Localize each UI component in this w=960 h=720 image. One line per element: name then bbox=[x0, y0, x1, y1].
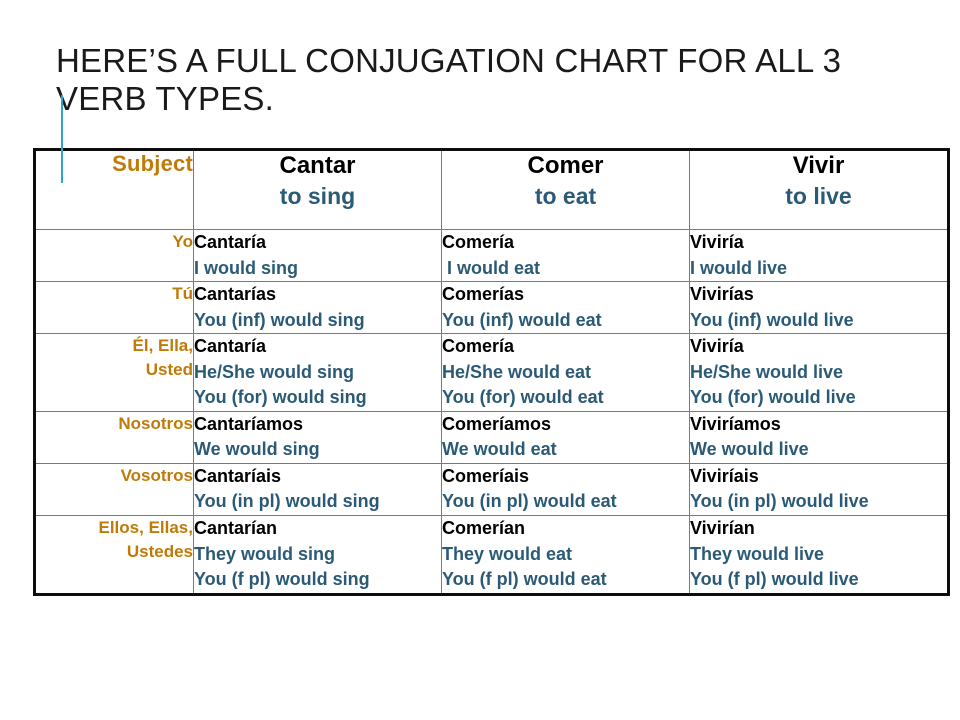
translation-line: They would sing bbox=[194, 543, 336, 564]
conjugation-cell: Comerían They would eat You (f pl) would e… bbox=[441, 515, 690, 595]
conjugated-form: Cantaría bbox=[194, 336, 267, 357]
translation-line: I would live bbox=[690, 257, 788, 278]
page-title: HERE’S A FULL CONJUGATION CHART FOR ALL … bbox=[56, 42, 851, 118]
conjugation-table-container: Subject Cantar to sing Comer to eat Vivi… bbox=[33, 148, 950, 596]
translation-line: You (in pl) would sing bbox=[194, 491, 380, 512]
conjugated-form: Viviría bbox=[690, 336, 744, 357]
table-row: Él, Ella, Usted Cantaría He/She would sing Y… bbox=[34, 333, 949, 412]
column-header-verb-1-infinitive: Cantar bbox=[279, 152, 356, 179]
translation-line: You (f pl) would live bbox=[690, 569, 859, 590]
conjugated-form: Comerían bbox=[442, 518, 526, 539]
conjugation-cell: Cantaríamos We would sing bbox=[193, 411, 442, 464]
table-row: Ellos, Ellas, Ustedes Cantarían They would … bbox=[34, 515, 949, 595]
conjugated-form: Comerías bbox=[442, 284, 525, 305]
column-header-verb-2-infinitive: Comer bbox=[527, 152, 604, 179]
conjugated-form: Cantarías bbox=[194, 284, 277, 305]
table-row: Yo Cantaría I would sing Comería I would ea… bbox=[34, 229, 949, 283]
conjugation-cell: Vivirían They would live You (f pl) would … bbox=[690, 516, 949, 595]
column-header-subject-label: Subject bbox=[112, 151, 193, 176]
conjugated-form: Vivirían bbox=[690, 518, 755, 539]
translation-line: You (for) would sing bbox=[194, 387, 367, 408]
conjugated-form: Vivirías bbox=[690, 284, 754, 305]
subject-cell: Él, Ella, Usted bbox=[34, 333, 194, 412]
accent-connector-line bbox=[61, 95, 63, 183]
translation-line: They would eat bbox=[442, 543, 573, 564]
column-header-verb-3: Vivir to live bbox=[689, 149, 949, 230]
conjugation-cell: Viviría I would live bbox=[689, 229, 949, 283]
translation-line: I would sing bbox=[194, 257, 298, 278]
conjugation-table: Subject Cantar to sing Comer to eat Vivi… bbox=[33, 148, 950, 596]
translation-line: They would live bbox=[690, 543, 825, 564]
translation-line: You (inf) would sing bbox=[194, 309, 365, 330]
conjugated-form: Comeríamos bbox=[442, 413, 552, 434]
conjugation-cell: Viviríais You (in pl) would live bbox=[689, 463, 949, 517]
table-row: Tú Cantarías You (inf) would sing Comerías Y… bbox=[34, 281, 949, 335]
subject-pronoun: Tú bbox=[172, 284, 193, 304]
subject-pronoun: Ustedes bbox=[126, 542, 193, 562]
conjugation-cell: Cantaría I would sing bbox=[193, 229, 442, 283]
conjugation-cell: Cantaríais You (in pl) would sing bbox=[193, 463, 442, 517]
conjugated-form: Cantaríamos bbox=[194, 413, 304, 434]
translation-line: He/She would live bbox=[690, 361, 844, 382]
translation-line: We would eat bbox=[442, 439, 557, 460]
column-header-subject: Subject bbox=[34, 149, 194, 230]
conjugated-form: Viviríais bbox=[690, 465, 759, 486]
table-header: Subject Cantar to sing Comer to eat Vivi… bbox=[34, 149, 949, 230]
conjugated-form: Cantaríais bbox=[194, 465, 282, 486]
conjugated-form: Comeríais bbox=[442, 465, 530, 486]
conjugation-cell: Comerías You (inf) would eat bbox=[441, 281, 690, 335]
translation-line: He/She would sing bbox=[194, 361, 355, 382]
conjugation-cell: Comería I would eat bbox=[441, 229, 690, 283]
column-header-verb-1: Cantar to sing bbox=[193, 149, 442, 230]
subject-pronoun: Él, Ella, bbox=[132, 336, 193, 356]
conjugation-cell: Vivirías You (inf) would live bbox=[689, 281, 949, 335]
subject-cell: Yo bbox=[34, 229, 194, 283]
table-row: Vosotros Cantaríais You (in pl) would sing… bbox=[34, 463, 949, 517]
subject-pronoun: Nosotros bbox=[118, 413, 193, 433]
conjugation-cell: Comeríamos We would eat bbox=[441, 411, 690, 464]
conjugation-cell: Comeríais You (in pl) would eat bbox=[441, 463, 690, 517]
conjugation-cell: Comería He/She would eat You (for) would e… bbox=[441, 333, 690, 412]
subject-pronoun: Vosotros bbox=[120, 465, 193, 485]
subject-cell: Tú bbox=[34, 281, 194, 335]
column-header-verb-3-infinitive: Vivir bbox=[792, 152, 845, 179]
translation-line: You (for) would live bbox=[690, 387, 856, 408]
translation-line: You (inf) would live bbox=[690, 309, 854, 330]
subject-cell: Vosotros bbox=[34, 463, 194, 517]
conjugated-form: Viviría bbox=[690, 232, 744, 252]
conjugation-cell: Viviríamos We would live bbox=[689, 411, 949, 464]
translation-line: You (for) would eat bbox=[442, 387, 604, 408]
translation-line: We would sing bbox=[194, 439, 320, 460]
conjugated-form: Cantarían bbox=[194, 518, 278, 539]
column-header-verb-3-gloss: to live bbox=[785, 182, 852, 209]
conjugation-cell: Cantarías You (inf) would sing bbox=[193, 281, 442, 335]
conjugated-form: Comería bbox=[442, 336, 515, 357]
translation-line: You (f pl) would sing bbox=[194, 569, 370, 590]
conjugated-form: Comería bbox=[442, 232, 515, 252]
translation-line: I would eat bbox=[442, 257, 541, 278]
translation-line: We would live bbox=[690, 439, 809, 460]
translation-line: He/She would eat bbox=[442, 361, 592, 382]
subject-pronoun: Yo bbox=[172, 232, 193, 251]
subject-pronoun: Usted bbox=[145, 360, 193, 380]
column-header-verb-1-gloss: to sing bbox=[279, 182, 356, 209]
conjugation-cell: Viviría He/She would live You (for) would … bbox=[689, 333, 949, 412]
translation-line: You (inf) would eat bbox=[442, 309, 602, 330]
translation-line: You (f pl) would eat bbox=[442, 569, 607, 590]
translation-line: You (in pl) would eat bbox=[442, 491, 617, 512]
conjugated-form: Cantaría bbox=[194, 232, 267, 252]
conjugation-cell: Cantarían They would sing You (f pl) would… bbox=[193, 515, 442, 595]
subject-pronoun: Ellos, Ellas, bbox=[98, 518, 194, 538]
subject-cell: Nosotros bbox=[34, 411, 194, 464]
conjugation-cell: Cantaría He/She would sing You (for) would… bbox=[193, 333, 442, 412]
subject-cell: Ellos, Ellas, Ustedes bbox=[34, 515, 194, 595]
column-header-verb-2: Comer to eat bbox=[441, 149, 690, 230]
table-body: Yo Cantaría I would sing Comería I would ea… bbox=[34, 229, 949, 595]
table-row: Nosotros Cantaríamos We would sing Comeríam… bbox=[34, 411, 949, 464]
column-header-verb-2-gloss: to eat bbox=[534, 182, 597, 209]
translation-line: You (in pl) would live bbox=[690, 491, 869, 512]
conjugated-form: Viviríamos bbox=[690, 413, 781, 434]
header-row: Subject Cantar to sing Comer to eat Vivi… bbox=[34, 149, 949, 230]
